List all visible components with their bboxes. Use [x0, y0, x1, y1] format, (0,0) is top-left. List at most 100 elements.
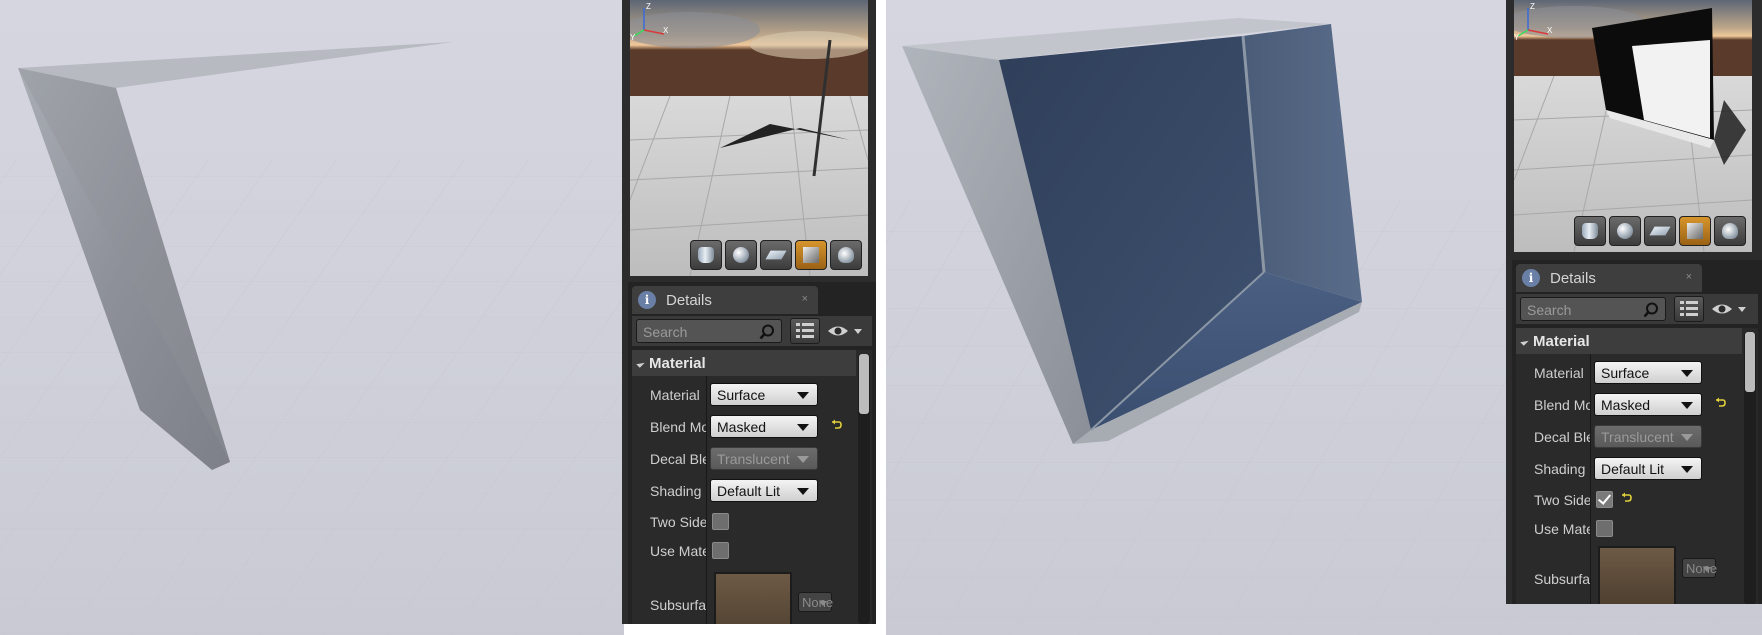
axis-x-label: X: [663, 26, 669, 35]
reset-to-default-icon[interactable]: [1714, 397, 1726, 409]
cylinder-icon: [1582, 223, 1598, 239]
chevron-down-icon: [1681, 434, 1693, 441]
sphere-preview-button[interactable]: [725, 240, 757, 270]
category-header-material[interactable]: Material: [632, 350, 856, 376]
axis-gizmo: Z X Y: [1514, 2, 1553, 40]
decal-blend-mode-dropdown: Translucent: [710, 447, 818, 470]
view-options-button[interactable]: [826, 322, 866, 340]
teapot-preview-button[interactable]: [830, 240, 862, 270]
teapot-preview-button[interactable]: [1714, 216, 1746, 246]
cube-preview-button[interactable]: [1679, 216, 1711, 246]
plane-icon: [1649, 226, 1671, 236]
cylinder-preview-button[interactable]: [690, 240, 722, 270]
two-sided-checkbox[interactable]: [712, 513, 729, 530]
subsurface-profile-dropdown[interactable]: None: [798, 592, 834, 612]
material-preview-viewport[interactable]: Z X Y: [1514, 0, 1752, 252]
property-row-use-material-attributes: Use Material Attributes: [632, 536, 856, 565]
scrollbar-thumb[interactable]: [1745, 332, 1755, 392]
property-matrix-button[interactable]: [790, 318, 820, 344]
property-row-material-domain: Material Surface: [632, 380, 856, 409]
dropdown-value: Masked: [1601, 397, 1651, 413]
property-label: Use Material Attributes: [1534, 521, 1590, 537]
axis-x-label: X: [1547, 26, 1553, 35]
shading-model-dropdown[interactable]: Default Lit: [710, 479, 818, 502]
chevron-down-icon: [797, 392, 809, 399]
view-options-button[interactable]: [1710, 300, 1750, 318]
axis-gizmo: Z X Y: [630, 2, 669, 40]
material-preview-viewport[interactable]: Z X Y: [630, 0, 868, 276]
category-header-material[interactable]: Material: [1516, 328, 1742, 354]
axis-z-label: Z: [1530, 2, 1535, 11]
property-label: Blend Mode: [650, 419, 706, 435]
viewport-left[interactable]: [0, 0, 624, 635]
eye-icon: [1712, 304, 1746, 314]
info-icon: i: [1522, 269, 1540, 287]
plane-preview-button[interactable]: [760, 240, 792, 270]
cube-icon: [803, 247, 819, 263]
teapot-icon: [838, 247, 854, 263]
scrollbar-thumb[interactable]: [859, 354, 869, 414]
two-sided-checkbox[interactable]: [1596, 491, 1613, 508]
eye-icon: [828, 326, 862, 336]
chevron-down-icon: [797, 456, 809, 463]
property-label: Two Sided: [650, 514, 706, 530]
property-list: Material Material Surface Blend Mode Mas…: [1516, 328, 1758, 604]
use-material-attributes-checkbox[interactable]: [1596, 520, 1613, 537]
details-tab[interactable]: i Details ×: [1516, 264, 1702, 292]
property-row-blend-mode: Blend Mode Masked: [632, 412, 856, 441]
details-tab[interactable]: i Details ×: [632, 286, 818, 314]
search-input[interactable]: [1527, 301, 1637, 318]
close-icon[interactable]: ×: [1686, 271, 1692, 283]
blend-mode-dropdown[interactable]: Masked: [1594, 393, 1702, 416]
chevron-down-icon: [1703, 567, 1711, 572]
details-panel: i Details × Search Material Material Sur…: [1512, 260, 1762, 604]
details-scrollbar[interactable]: [858, 354, 870, 624]
search-box[interactable]: [1520, 297, 1666, 321]
cylinder-preview-button[interactable]: [1574, 216, 1606, 246]
property-row-decal-blend-mode: Decal Blend Mode Translucent: [632, 444, 856, 473]
dropdown-value: Translucent: [1601, 429, 1674, 445]
subsurface-profile-thumbnail[interactable]: [714, 572, 792, 624]
blend-mode-dropdown[interactable]: Masked: [710, 415, 818, 438]
dropdown-value: Surface: [1601, 365, 1650, 381]
reset-to-default-icon[interactable]: [830, 419, 842, 431]
grid-view-icon: [796, 323, 814, 338]
property-row-use-material-attributes: Use Material Attributes: [1516, 514, 1742, 543]
teapot-icon: [1722, 223, 1738, 239]
property-label: Shading Model: [650, 483, 706, 499]
property-label: Decal Blend Mode: [1534, 429, 1590, 445]
details-toolbar: [1516, 294, 1758, 324]
shading-model-dropdown[interactable]: Default Lit: [1594, 457, 1702, 480]
property-matrix-button[interactable]: [1674, 296, 1704, 322]
property-label: Blend Mode: [1534, 397, 1590, 413]
search-icon[interactable]: [1643, 302, 1659, 318]
sphere-preview-button[interactable]: [1609, 216, 1641, 246]
axis-y-label: Y: [630, 33, 636, 40]
cube-preview-button[interactable]: [795, 240, 827, 270]
material-editor-panel-right: Z X Y i Details × Search Material Materi…: [1506, 0, 1762, 604]
search-box[interactable]: [636, 319, 782, 343]
reset-to-default-icon[interactable]: [1620, 492, 1632, 504]
details-scrollbar[interactable]: [1744, 332, 1756, 604]
plane-preview-button[interactable]: [1644, 216, 1676, 246]
use-material-attributes-checkbox[interactable]: [712, 542, 729, 559]
material-domain-dropdown[interactable]: Surface: [1594, 361, 1702, 384]
search-icon[interactable]: [759, 324, 775, 340]
material-domain-dropdown[interactable]: Surface: [710, 383, 818, 406]
property-label: Subsurface Profile: [650, 597, 706, 613]
search-input[interactable]: [643, 323, 753, 340]
subsurface-profile-dropdown[interactable]: None: [1682, 558, 1717, 578]
sphere-icon: [1617, 223, 1633, 239]
info-icon: i: [638, 291, 656, 309]
property-row-shading-model: Shading Model Default Lit: [1516, 454, 1742, 483]
property-label: Material: [1534, 365, 1584, 381]
material-editor-panel-left: Z X Y i Details × Search Material Materi…: [622, 0, 876, 624]
screenshot-divider: [876, 0, 886, 635]
subsurface-profile-thumbnail[interactable]: [1598, 546, 1676, 604]
chevron-down-icon: [797, 488, 809, 495]
dropdown-value: None: [802, 595, 834, 610]
close-icon[interactable]: ×: [802, 293, 808, 305]
preview-mesh-toolbar: [1574, 216, 1746, 246]
collapse-triangle-icon: [636, 358, 645, 368]
category-label: Material: [649, 354, 706, 372]
